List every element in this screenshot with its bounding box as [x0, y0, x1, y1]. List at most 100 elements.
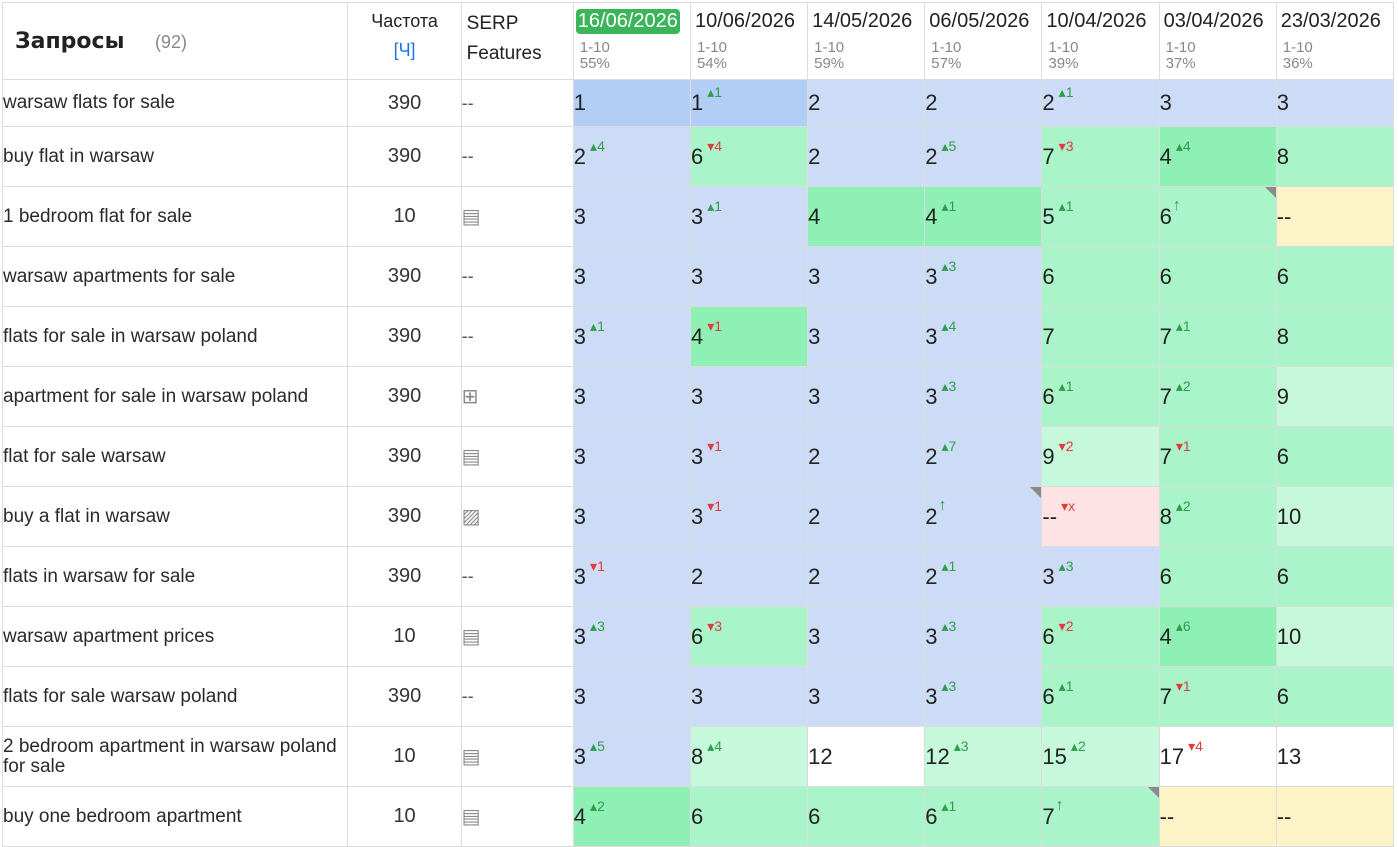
position-cell[interactable]: 12 ▴3 [924, 726, 1043, 787]
table-row[interactable]: 2 bedroom apartment in warsaw poland for… [1, 726, 1395, 787]
query-cell[interactable]: warsaw apartments for sale [1, 246, 349, 307]
position-cell[interactable]: 6 ▴1 [1041, 666, 1160, 727]
position-cell[interactable]: 17 ▾4 [1158, 726, 1277, 787]
query-cell[interactable]: buy flat in warsaw [1, 126, 349, 187]
position-cell[interactable]: 6 [1041, 246, 1160, 307]
note-corner-icon[interactable] [1264, 187, 1276, 198]
position-cell[interactable]: 6 ▾4 [689, 126, 809, 187]
position-cell[interactable]: 6 [1275, 666, 1395, 727]
position-cell[interactable]: 6 ▴1 [1041, 366, 1160, 427]
image-icon[interactable]: ▨ [462, 506, 480, 528]
position-cell[interactable]: 3 ▴3 [1041, 546, 1160, 607]
table-row[interactable]: flats for sale in warsaw poland 390 -- 3 ▴1 4… [1, 306, 1395, 367]
position-cell[interactable]: 4 ▾1 [689, 306, 809, 367]
position-cell[interactable]: 3 [1275, 79, 1395, 127]
news-icon[interactable]: ▤ [462, 206, 480, 228]
news-icon[interactable]: ▤ [462, 746, 480, 768]
position-cell[interactable]: 3 [572, 486, 691, 547]
note-corner-icon[interactable] [1030, 487, 1041, 498]
position-cell[interactable]: 3 [572, 186, 691, 247]
position-cell[interactable]: 3 [572, 666, 691, 727]
position-cell[interactable]: 3 [689, 366, 809, 427]
position-cell[interactable]: 8 ▴2 [1158, 486, 1277, 547]
position-cell[interactable]: 4 ▴2 [572, 786, 691, 847]
position-cell[interactable]: 2 [807, 546, 926, 607]
frequency-header[interactable]: Частота [Ч] [347, 2, 462, 80]
position-cell[interactable]: 3 [572, 366, 691, 427]
position-cell[interactable]: 1 ▴1 [689, 79, 809, 127]
query-cell[interactable]: flats for sale in warsaw poland [1, 306, 349, 367]
news-icon[interactable]: ▤ [462, 806, 480, 828]
news-icon[interactable]: ▤ [462, 446, 480, 468]
position-cell[interactable]: -- [1275, 186, 1395, 247]
position-cell[interactable]: 3 [1158, 79, 1277, 127]
date-label[interactable]: 14/05/2026 [810, 9, 914, 34]
position-cell[interactable]: 7 ▴2 [1158, 366, 1277, 427]
position-cell[interactable]: 3 ▴5 [572, 726, 691, 787]
position-cell[interactable]: 3 ▴3 [924, 366, 1043, 427]
table-row[interactable]: flats in warsaw for sale 390 -- 3 ▾1 2 2 2 ▴1 3 ▴3… [1, 546, 1395, 607]
position-cell[interactable]: 9 [1275, 366, 1395, 427]
date-column-header[interactable]: 23/03/2026 1-10 36% [1275, 2, 1395, 80]
position-cell[interactable]: 8 [1275, 126, 1395, 187]
position-cell[interactable]: 2 [807, 79, 926, 127]
position-cell[interactable]: 6 ▾3 [689, 606, 809, 667]
position-cell[interactable]: 2 [924, 79, 1043, 127]
date-label[interactable]: 10/04/2026 [1044, 9, 1148, 34]
position-cell[interactable]: 4 ▴6 [1158, 606, 1277, 667]
map-icon[interactable]: ⊞ [462, 386, 478, 408]
position-cell[interactable]: -- ▾x [1041, 486, 1160, 547]
position-cell[interactable]: 7↑ [1041, 786, 1160, 847]
position-cell[interactable]: 6 [1275, 426, 1395, 487]
queries-header[interactable]: Запросы (92) [1, 2, 349, 80]
table-row[interactable]: buy a flat in warsaw 390 ▨ 3 3 ▾1 2 2↑ -- ▾x 8 ▴2 10 [1, 486, 1395, 547]
position-cell[interactable]: 2 [689, 546, 809, 607]
position-cell[interactable]: -- [1275, 786, 1395, 847]
position-cell[interactable]: 2 ▴7 [924, 426, 1043, 487]
date-column-header[interactable]: 10/04/2026 1-10 39% [1041, 2, 1160, 80]
position-cell[interactable]: 6 ▾2 [1041, 606, 1160, 667]
position-cell[interactable]: -- [1158, 786, 1277, 847]
position-cell[interactable]: 8 [1275, 306, 1395, 367]
table-row[interactable]: 1 bedroom flat for sale 10 ▤ 3 3 ▴1 4 4 ▴1 5 ▴1 6↑ -… [1, 186, 1395, 247]
news-icon[interactable]: ▤ [462, 626, 480, 648]
query-cell[interactable]: buy one bedroom apartment [1, 786, 349, 847]
position-cell[interactable]: 4 ▴4 [1158, 126, 1277, 187]
table-row[interactable]: flats for sale warsaw poland 390 -- 3 3 3 3 ▴3 6… [1, 666, 1395, 727]
query-cell[interactable]: buy a flat in warsaw [1, 486, 349, 547]
note-corner-icon[interactable] [1147, 787, 1159, 798]
query-cell[interactable]: flats in warsaw for sale [1, 546, 349, 607]
position-cell[interactable]: 7 [1041, 306, 1160, 367]
query-cell[interactable]: warsaw flats for sale [1, 79, 349, 127]
table-row[interactable]: warsaw apartment prices 10 ▤ 3 ▴3 6 ▾3 3 3 ▴3 6 ▾2 4… [1, 606, 1395, 667]
position-cell[interactable]: 9 ▾2 [1041, 426, 1160, 487]
position-cell[interactable]: 2 ▴1 [1041, 79, 1160, 127]
date-column-header[interactable]: 10/06/2026 1-10 54% [689, 2, 809, 80]
query-cell[interactable]: 1 bedroom flat for sale [1, 186, 349, 247]
position-cell[interactable]: 3 ▴1 [572, 306, 691, 367]
position-cell[interactable]: 6 [807, 786, 926, 847]
position-cell[interactable]: 2 ▴1 [924, 546, 1043, 607]
table-row[interactable]: apartment for sale in warsaw poland 390 ⊞ 3… [1, 366, 1395, 427]
position-cell[interactable]: 2 ▴4 [572, 126, 691, 187]
position-cell[interactable]: 5 ▴1 [1041, 186, 1160, 247]
position-cell[interactable]: 2 ▴5 [924, 126, 1043, 187]
position-cell[interactable]: 3 ▴4 [924, 306, 1043, 367]
position-cell[interactable]: 3 ▴1 [689, 186, 809, 247]
position-cell[interactable]: 3 ▴3 [924, 666, 1043, 727]
position-cell[interactable]: 3 [807, 246, 926, 307]
date-label[interactable]: 23/03/2026 [1279, 9, 1383, 34]
table-row[interactable]: flat for sale warsaw 390 ▤ 3 3 ▾1 2 2 ▴7 9 ▾2 7 ▾1 6 [1, 426, 1395, 487]
position-cell[interactable]: 3 ▾1 [689, 426, 809, 487]
position-cell[interactable]: 3 [689, 246, 809, 307]
position-cell[interactable]: 6 [1158, 246, 1277, 307]
position-cell[interactable]: 13 [1275, 726, 1395, 787]
position-cell[interactable]: 3 [807, 606, 926, 667]
query-cell[interactable]: warsaw apartment prices [1, 606, 349, 667]
date-label[interactable]: 06/05/2026 [927, 9, 1031, 34]
position-cell[interactable]: 3 ▾1 [689, 486, 809, 547]
query-cell[interactable]: flats for sale warsaw poland [1, 666, 349, 727]
query-cell[interactable]: apartment for sale in warsaw poland [1, 366, 349, 427]
query-cell[interactable]: 2 bedroom apartment in warsaw poland for… [1, 726, 349, 787]
position-cell[interactable]: 3 ▴3 [924, 606, 1043, 667]
